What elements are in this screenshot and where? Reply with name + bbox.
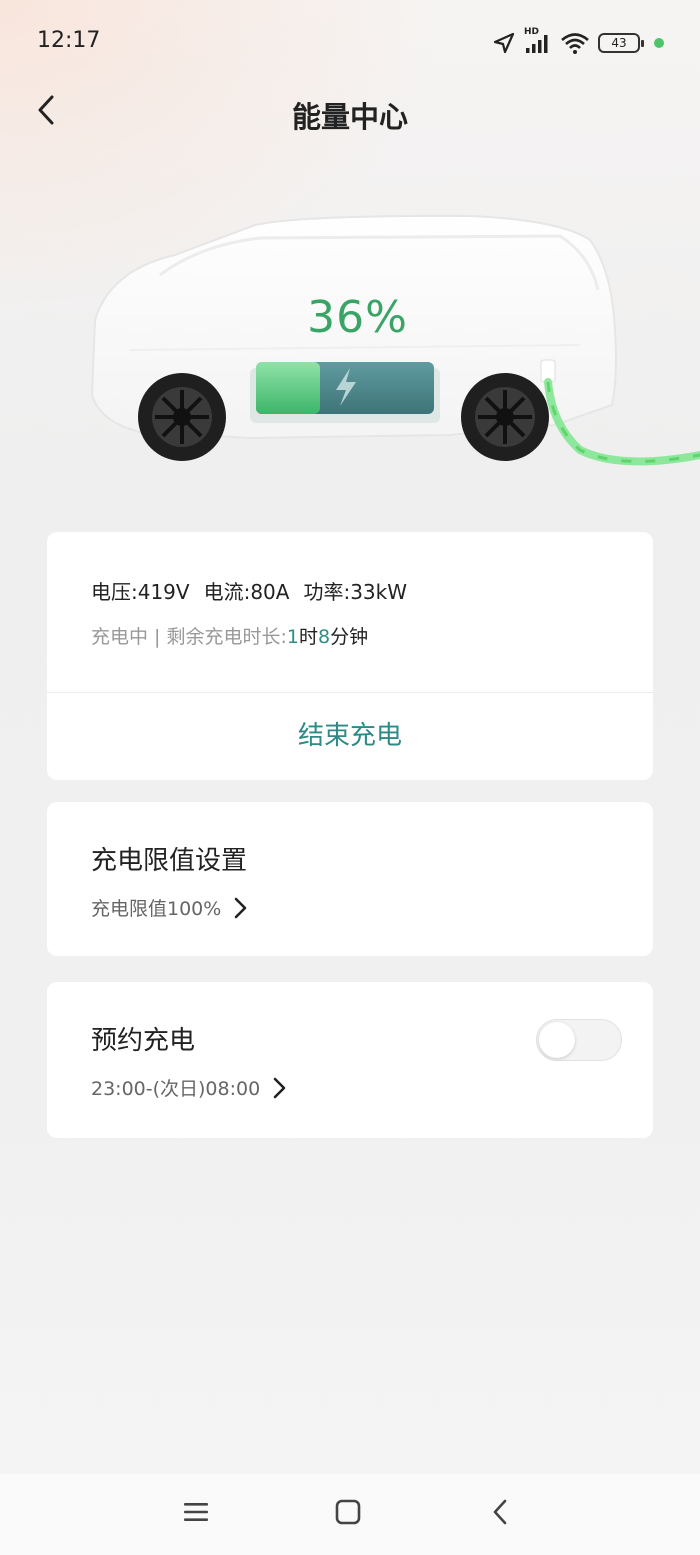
charging-status-text: 充电中 | 剩余充电时长: [91, 626, 287, 648]
remaining-time: 充电中 | 剩余充电时长:1时8分钟 [91, 622, 368, 649]
status-icons: HD 43 [492, 27, 664, 58]
toggle-knob [539, 1022, 575, 1058]
page-title: 能量中心 [291, 100, 408, 134]
scheduled-time-row[interactable]: 23:00-(次日)08:00 [91, 1074, 286, 1101]
system-nav-bar [0, 1474, 700, 1555]
scheduled-charging-card: 预约充电 23:00-(次日)08:00 [47, 982, 653, 1138]
battery-pack [250, 362, 440, 423]
hours-unit: 时 [298, 626, 318, 648]
status-bar: 12:17 HD 43 [0, 0, 700, 86]
charge-limit-title: 充电限值设置 [91, 846, 248, 876]
battery-fill [256, 362, 320, 414]
green-dot-indicator [654, 38, 664, 48]
home-button[interactable] [328, 1494, 368, 1534]
scheduled-time-value: 23:00-(次日)08:00 [91, 1078, 261, 1100]
minutes-value: 8 [318, 626, 331, 648]
menu-icon [183, 1501, 209, 1527]
header: 能量中心 [0, 86, 700, 138]
charge-limit-value: 充电限值100% [91, 898, 222, 920]
voltage-value: 电压:419V [91, 580, 190, 604]
battery-icon: 43 [598, 33, 644, 53]
stop-charging-button[interactable]: 结束充电 [47, 693, 653, 780]
status-time: 12:17 [37, 28, 101, 53]
menu-button[interactable] [176, 1494, 216, 1534]
back-triangle-icon [491, 1499, 509, 1529]
power-value: 功率:33kW [303, 580, 408, 604]
chevron-right-icon [233, 897, 247, 919]
vehicle-illustration: 36% [0, 200, 700, 500]
signal-bars-icon: HD [524, 27, 552, 55]
charging-status-card: 电压:419V 电流:80A 功率:33kW 充电中 | 剩余充电时长:1时8分… [47, 532, 653, 780]
wifi-icon [560, 31, 590, 55]
charge-limit-row[interactable]: 充电限值100% [91, 894, 247, 921]
hours-value: 1 [286, 626, 299, 648]
chevron-right-icon [272, 1077, 286, 1099]
home-square-icon [335, 1499, 361, 1529]
charge-limit-card[interactable]: 充电限值设置 充电限值100% [47, 802, 653, 956]
network-label: HD [524, 27, 540, 37]
current-value: 电流:80A [203, 580, 290, 604]
front-wheel [138, 373, 226, 461]
rear-wheel [461, 373, 549, 461]
scheduled-charging-toggle[interactable] [536, 1019, 622, 1061]
scheduled-charging-title: 预约充电 [91, 1026, 196, 1056]
location-arrow-icon [492, 31, 516, 55]
minutes-unit: 分钟 [330, 626, 369, 648]
charging-metrics: 电压:419V 电流:80A 功率:33kW [91, 576, 407, 605]
nav-back-button[interactable] [480, 1494, 520, 1534]
battery-percent: 36% [307, 292, 408, 343]
